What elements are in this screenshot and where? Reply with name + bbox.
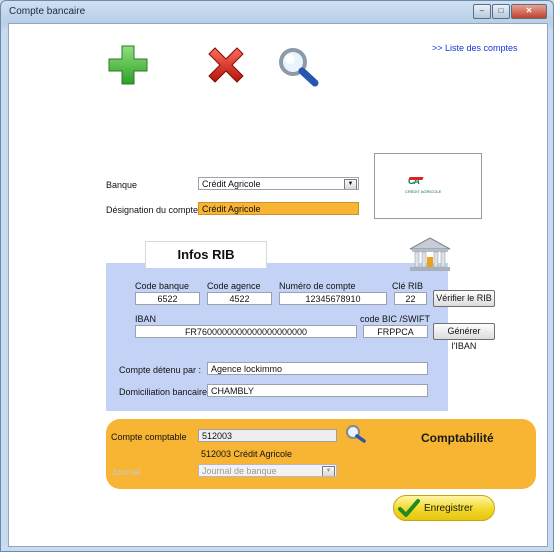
designation-label: Désignation du compte (106, 205, 199, 215)
search-icon[interactable] (277, 46, 321, 88)
numero-compte-label: Numéro de compte (279, 281, 356, 291)
journal-select: Journal de banque ▼ (198, 464, 337, 477)
bank-select-value: Crédit Agricole (202, 179, 261, 189)
add-icon[interactable] (107, 44, 149, 86)
domiciliation-label: Domiciliation bancaire: (119, 387, 210, 397)
compte-comptable-input[interactable]: 512003 (198, 429, 337, 442)
cle-rib-label: Clé RIB (392, 281, 424, 291)
bank-building-icon (409, 237, 451, 271)
iban-input[interactable]: FR7600000000000000000000 (135, 325, 357, 338)
save-button[interactable]: Enregistrer (393, 495, 495, 521)
verify-rib-button[interactable]: Vérifier le RIB (433, 290, 495, 307)
search-account-icon[interactable] (345, 424, 367, 444)
compte-comptable-label: Compte comptable (111, 432, 187, 442)
iban-label: IBAN (135, 314, 157, 324)
minimize-button[interactable]: – (473, 4, 491, 19)
code-agence-label: Code agence (207, 281, 261, 291)
generate-iban-button[interactable]: Générer l'IBAN (433, 323, 495, 351)
code-agence-input[interactable]: 4522 (207, 292, 272, 305)
client-area: >> Liste des comptes Banque Crédit Agric… (8, 23, 548, 547)
holder-input[interactable]: Agence lockimmo (207, 362, 428, 375)
rib-tab[interactable]: Infos RIB (145, 241, 267, 268)
numero-compte-input[interactable]: 12345678910 (279, 292, 387, 305)
bic-input[interactable]: FRPPCA (363, 325, 428, 338)
window: Compte bancaire – □ ✕ >> Liste des compt… (0, 0, 554, 552)
cle-rib-input[interactable]: 22 (394, 292, 427, 305)
chevron-down-icon: ▼ (322, 466, 335, 476)
code-banque-input[interactable]: 6522 (135, 292, 200, 305)
close-button[interactable]: ✕ (511, 4, 547, 19)
check-icon (398, 499, 420, 517)
title-bar[interactable]: Compte bancaire – □ ✕ (1, 1, 553, 23)
maximize-button[interactable]: □ (492, 4, 510, 19)
window-title: Compte bancaire (9, 6, 86, 17)
accounts-list-link[interactable]: >> Liste des comptes (432, 43, 518, 53)
bank-select[interactable]: Crédit Agricole ▼ (198, 177, 359, 190)
domiciliation-input[interactable]: CHAMBLY (207, 384, 428, 397)
bic-label: code BIC /SWIFT (360, 314, 431, 324)
delete-icon[interactable] (205, 44, 247, 86)
bank-logo: CA CRÉDIT AGRICOLE (374, 153, 482, 219)
compta-title: Comptabilité (421, 431, 494, 445)
save-button-label: Enregistrer (424, 503, 473, 514)
holder-label: Compte détenu par : (119, 365, 202, 375)
bank-label: Banque (106, 180, 138, 190)
journal-select-value: Journal de banque (202, 466, 277, 476)
chevron-down-icon[interactable]: ▼ (344, 179, 357, 189)
journal-label: Journal (111, 467, 141, 477)
designation-input[interactable]: Crédit Agricole (198, 202, 359, 215)
bank-logo-text: CRÉDIT AGRICOLE (405, 189, 442, 194)
code-banque-label: Code banque (135, 281, 190, 291)
compte-comptable-desc: 512003 Crédit Agricole (201, 449, 293, 459)
bank-logo-accent (408, 177, 424, 180)
